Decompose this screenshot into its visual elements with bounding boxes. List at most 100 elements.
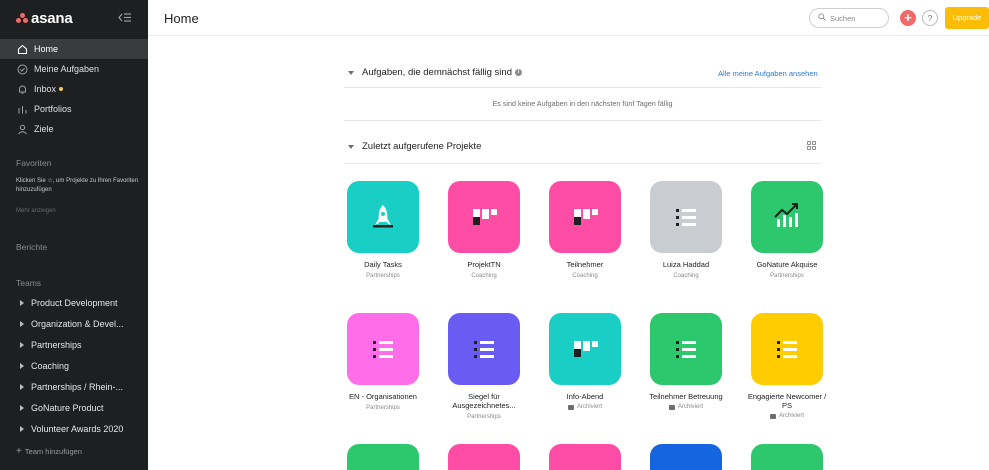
no-tasks-message: Es sind keine Aufgaben in den nächsten f… xyxy=(492,99,673,108)
nav-my-tasks-label: Meine Aufgaben xyxy=(34,64,100,74)
collapse-triangle-icon xyxy=(348,70,354,75)
team-item[interactable]: Product Development xyxy=(0,292,148,313)
nav-goals-label: Ziele xyxy=(34,124,54,134)
nav-inbox-label: Inbox xyxy=(34,84,57,94)
brand-name: asana xyxy=(31,9,73,27)
asana-logo-icon xyxy=(16,13,28,23)
nav-goals[interactable]: Ziele xyxy=(0,119,148,139)
nav-portfolios-label: Portfolios xyxy=(34,104,72,114)
divider xyxy=(344,163,821,164)
project-card[interactable]: Engagierte Newcomer / PS Archiviert xyxy=(747,313,827,419)
favorites-heading[interactable]: Favoriten xyxy=(0,158,51,168)
home-icon xyxy=(16,43,28,55)
team-item[interactable]: Organization & Devel... xyxy=(0,313,148,334)
project-name[interactable]: Engagierte Newcomer / PS xyxy=(747,392,827,410)
main-content: Home Suchen + ? Upgrade Aufgaben, die de… xyxy=(148,0,989,470)
nav-inbox[interactable]: Inbox xyxy=(0,79,148,99)
divider xyxy=(344,87,821,88)
add-team-button[interactable]: + Team hinzufügen xyxy=(0,446,82,457)
topbar: Home Suchen + ? Upgrade xyxy=(148,0,989,36)
project-card[interactable]: GoNature Akquise Partnerships xyxy=(747,181,827,280)
project-card[interactable]: Daily Tasks Partnerships xyxy=(343,181,423,280)
check-circle-icon xyxy=(16,63,28,75)
favorites-hint: Klicken Sie ☆, um Projekte zu Ihren Favo… xyxy=(16,178,139,193)
archive-box-icon xyxy=(567,404,574,410)
project-tile[interactable] xyxy=(751,313,823,385)
nav-home[interactable]: Home xyxy=(0,39,148,59)
project-name[interactable]: Teilnehmer Betreuung xyxy=(646,392,726,401)
caret-right-icon xyxy=(20,383,24,390)
project-tile[interactable] xyxy=(549,181,621,253)
caret-right-icon xyxy=(20,341,24,348)
project-tile[interactable] xyxy=(448,313,520,385)
team-item[interactable]: Partnerships xyxy=(0,334,148,355)
inbox-notification-dot xyxy=(59,87,64,91)
project-name[interactable]: Teilnehmer xyxy=(545,260,625,269)
project-card[interactable]: Info-Abend Archiviert xyxy=(545,313,625,410)
project-team: Coaching xyxy=(673,273,699,279)
archived-badge: Archiviert xyxy=(747,413,827,419)
grid-view-icon[interactable] xyxy=(807,141,816,150)
nav-my-tasks[interactable]: Meine Aufgaben xyxy=(0,59,148,79)
project-team: Partnerships xyxy=(467,414,501,420)
teams-heading[interactable]: Teams xyxy=(0,278,41,288)
caret-right-icon xyxy=(20,299,24,306)
quick-add-button[interactable]: + xyxy=(900,10,916,26)
team-item[interactable]: Coaching xyxy=(0,355,148,376)
project-tile[interactable] xyxy=(650,313,722,385)
caret-right-icon xyxy=(20,404,24,411)
project-card[interactable]: Luiza Haddad Coaching xyxy=(646,181,726,280)
project-team: Coaching xyxy=(572,273,598,279)
project-name[interactable]: Info-Abend xyxy=(545,392,625,401)
nav-portfolios[interactable]: Portfolios xyxy=(0,99,148,119)
project-tile[interactable] xyxy=(347,444,419,470)
caret-right-icon xyxy=(20,362,24,369)
project-tile[interactable] xyxy=(347,313,419,385)
search-input[interactable]: Suchen xyxy=(809,8,889,28)
project-tile[interactable] xyxy=(650,444,722,470)
project-card[interactable]: Teilnehmer Coaching xyxy=(545,181,625,280)
divider xyxy=(344,120,821,121)
page-title: Home xyxy=(164,11,199,26)
plus-icon: + xyxy=(16,446,22,457)
project-name[interactable]: ProjektTN xyxy=(444,260,524,269)
bar-chart-icon xyxy=(16,103,28,115)
see-all-tasks-link[interactable]: Alle meine Aufgaben ansehen xyxy=(718,69,818,78)
favorites-more-link[interactable]: Mehr anzeigen xyxy=(0,208,56,214)
project-team: Partnerships xyxy=(366,273,400,279)
project-card[interactable]: ProjektTN Coaching xyxy=(444,181,524,280)
info-icon[interactable]: i xyxy=(515,69,522,76)
project-tile[interactable] xyxy=(751,181,823,253)
project-name[interactable]: Luiza Haddad xyxy=(646,260,726,269)
project-team: Coaching xyxy=(471,273,497,279)
project-tile[interactable] xyxy=(650,181,722,253)
tasks-section-title: Aufgaben, die demnächst fällig sind xyxy=(362,67,512,78)
team-item[interactable]: Partnerships / Rhein-... xyxy=(0,376,148,397)
caret-right-icon xyxy=(20,320,24,327)
project-card[interactable]: Siegel für Ausgezeichnetes... Partnership… xyxy=(444,313,524,421)
archive-box-icon xyxy=(769,413,776,419)
project-tile[interactable] xyxy=(549,444,621,470)
project-tile[interactable] xyxy=(347,181,419,253)
help-button[interactable]: ? xyxy=(922,10,938,26)
tasks-section-header[interactable]: Aufgaben, die demnächst fällig sind i xyxy=(348,67,522,78)
project-tile[interactable] xyxy=(549,313,621,385)
project-card[interactable]: Teilnehmer Betreuung Archiviert xyxy=(646,313,726,410)
project-card[interactable]: EN - Organisationen Partnerships xyxy=(343,313,423,412)
reports-heading[interactable]: Berichte xyxy=(0,242,47,252)
upgrade-button[interactable]: Upgrade xyxy=(945,7,989,29)
project-tile[interactable] xyxy=(751,444,823,470)
team-item[interactable]: Volunteer Awards 2020 xyxy=(0,418,148,439)
project-tile[interactable] xyxy=(448,181,520,253)
bell-icon xyxy=(16,83,28,95)
project-name[interactable]: GoNature Akquise xyxy=(747,260,827,269)
project-tile[interactable] xyxy=(448,444,520,470)
team-item[interactable]: GoNature Product xyxy=(0,397,148,418)
person-icon xyxy=(16,123,28,135)
collapse-sidebar-icon[interactable] xyxy=(118,12,132,23)
project-name[interactable]: EN - Organisationen xyxy=(343,392,423,401)
project-name[interactable]: Daily Tasks xyxy=(343,260,423,269)
teams-list: Product Development Organization & Devel… xyxy=(0,292,148,439)
projects-section-header[interactable]: Zuletzt aufgerufene Projekte xyxy=(348,141,481,152)
project-name[interactable]: Siegel für Ausgezeichnetes... xyxy=(444,392,524,410)
